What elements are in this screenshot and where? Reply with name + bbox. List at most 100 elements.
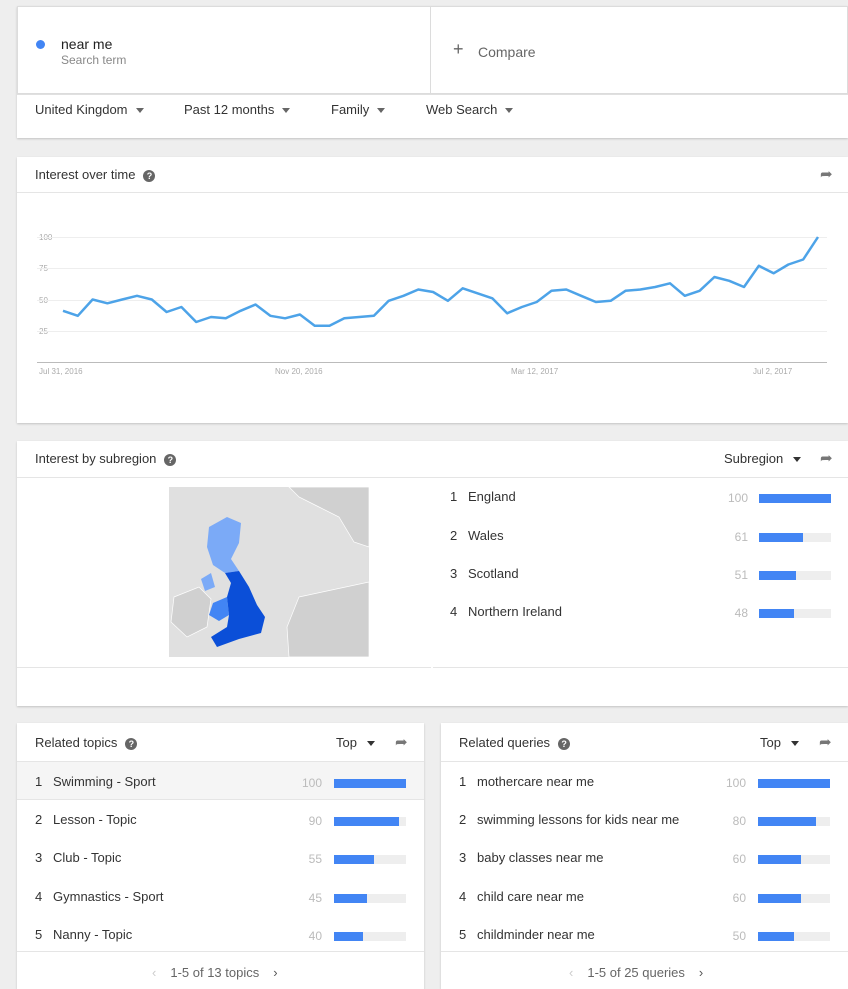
divider: [17, 951, 424, 952]
related-topics-dropdown[interactable]: Top: [336, 735, 375, 750]
plus-icon: +: [453, 39, 464, 59]
subregion-name: Scotland: [468, 566, 519, 581]
caret-down-icon: [377, 108, 386, 114]
related-queries-card: Related queries? Top ➦ 1 mothercare near …: [441, 723, 848, 989]
topic-value: 90: [308, 814, 322, 828]
chevron-left-icon[interactable]: ‹: [569, 965, 573, 980]
share-arrow-icon[interactable]: ➦: [395, 733, 408, 751]
related-query-row[interactable]: 5 childminder near me: [459, 927, 595, 942]
chevron-right-icon[interactable]: ›: [699, 965, 703, 980]
related-topic-row[interactable]: 5 Nanny - Topic: [35, 927, 132, 942]
topic-value: 55: [308, 852, 322, 866]
subregion-value: 51: [734, 568, 748, 582]
topic-name: Club - Topic: [53, 850, 122, 865]
term-color-dot: [36, 40, 45, 49]
chevron-right-icon[interactable]: ›: [273, 965, 277, 980]
search-header: near me Search term + Compare: [17, 6, 848, 138]
filter-category-label: Family: [331, 102, 370, 117]
topic-name: Nanny - Topic: [53, 927, 133, 942]
query-bar: [758, 817, 830, 826]
topic-bar-fill: [334, 855, 374, 864]
query-value: 100: [725, 776, 746, 790]
share-arrow-icon[interactable]: ➦: [819, 733, 832, 751]
rank: 1: [459, 774, 467, 789]
related-topic-row[interactable]: 3 Club - Topic: [35, 850, 121, 865]
pager-label: 1-5 of 25 queries: [587, 965, 685, 980]
query-bar: [758, 932, 830, 941]
subregion-bar-fill: [759, 571, 796, 580]
filter-time[interactable]: Past 12 months: [184, 102, 291, 117]
topic-value: 40: [308, 929, 322, 943]
topic-bar-fill: [334, 817, 399, 826]
related-topic-row[interactable]: 4 Gymnastics - Sport: [35, 889, 164, 904]
subregion-dropdown[interactable]: Subregion: [724, 451, 802, 466]
x-tick-label: Nov 20, 2016: [275, 367, 323, 376]
related-query-row[interactable]: 4 child care near me: [459, 889, 584, 904]
uk-region-map[interactable]: [169, 487, 369, 657]
divider: [17, 667, 431, 668]
subregion-bar: [759, 609, 831, 618]
query-bar-fill: [758, 894, 801, 903]
interest-by-subregion-card: Interest by subregion? Subregion ➦ 1 Engl…: [17, 441, 848, 706]
compare-button[interactable]: + Compare: [431, 6, 848, 94]
related-topics-pager: ‹ 1-5 of 13 topics ›: [152, 965, 278, 980]
share-arrow-icon[interactable]: ➦: [820, 449, 833, 467]
related-queries-dropdown[interactable]: Top: [760, 735, 799, 750]
filter-region[interactable]: United Kingdom: [35, 102, 144, 117]
rank: 2: [450, 528, 458, 543]
subregion-bar-fill: [759, 609, 794, 618]
query-value: 60: [732, 891, 746, 905]
rank: 5: [35, 927, 43, 942]
filter-time-label: Past 12 months: [184, 102, 275, 117]
related-topic-row[interactable]: 1 Swimming - Sport: [35, 774, 156, 789]
filter-search-type[interactable]: Web Search: [426, 102, 514, 117]
query-text: swimming lessons for kids near me: [477, 812, 680, 827]
topic-bar-fill: [334, 779, 406, 788]
search-term: near me: [61, 36, 113, 52]
related-topic-row[interactable]: 2 Lesson - Topic: [35, 812, 137, 827]
subregion-title: Interest by subregion: [35, 451, 157, 466]
related-queries-title: Related queries: [459, 735, 551, 750]
rank: 4: [450, 604, 458, 619]
query-bar-fill: [758, 932, 794, 941]
subregion-value: 100: [727, 491, 748, 505]
divider: [433, 667, 848, 668]
related-query-row[interactable]: 1 mothercare near me: [459, 774, 594, 789]
related-queries-dropdown-label: Top: [760, 735, 781, 750]
help-circle-icon[interactable]: ?: [125, 738, 138, 750]
help-circle-icon[interactable]: ?: [164, 454, 177, 466]
search-term-subtitle: Search term: [61, 53, 127, 67]
query-text: mothercare near me: [477, 774, 595, 789]
filter-category[interactable]: Family: [331, 102, 386, 117]
caret-down-icon: [366, 741, 375, 747]
subregion-item-northern-ireland[interactable]: 4 Northern Ireland: [450, 604, 562, 619]
chevron-left-icon[interactable]: ‹: [152, 965, 156, 980]
x-tick-label: Jul 31, 2016: [39, 367, 83, 376]
rank: 1: [35, 774, 43, 789]
topic-name: Gymnastics - Sport: [53, 889, 164, 904]
help-circle-icon[interactable]: ?: [558, 738, 571, 750]
search-term-box[interactable]: near me Search term: [17, 6, 431, 94]
query-value: 60: [732, 852, 746, 866]
related-topics-card: Related topics? Top ➦ 1 Swimming - Sport …: [17, 723, 424, 989]
rank: 3: [459, 850, 467, 865]
subregion-item-england[interactable]: 1 England: [450, 489, 516, 504]
query-text: child care near me: [477, 889, 584, 904]
related-query-row[interactable]: 2 swimming lessons for kids near me: [459, 812, 679, 827]
caret-down-icon: [793, 457, 802, 463]
subregion-item-wales[interactable]: 2 Wales: [450, 528, 504, 543]
subregion-bar: [759, 571, 831, 580]
x-tick-label: Jul 2, 2017: [753, 367, 793, 376]
topic-bar: [334, 855, 406, 864]
subregion-name: Wales: [468, 528, 504, 543]
query-value: 50: [732, 929, 746, 943]
topic-name: Swimming - Sport: [53, 774, 156, 789]
query-bar-fill: [758, 817, 816, 826]
related-query-row[interactable]: 3 baby classes near me: [459, 850, 603, 865]
divider: [17, 799, 424, 800]
interest-line-chart[interactable]: [17, 157, 848, 423]
subregion-item-scotland[interactable]: 3 Scotland: [450, 566, 519, 581]
interest-series-line: [62, 236, 820, 328]
rank: 3: [450, 566, 458, 581]
caret-down-icon: [135, 108, 144, 114]
